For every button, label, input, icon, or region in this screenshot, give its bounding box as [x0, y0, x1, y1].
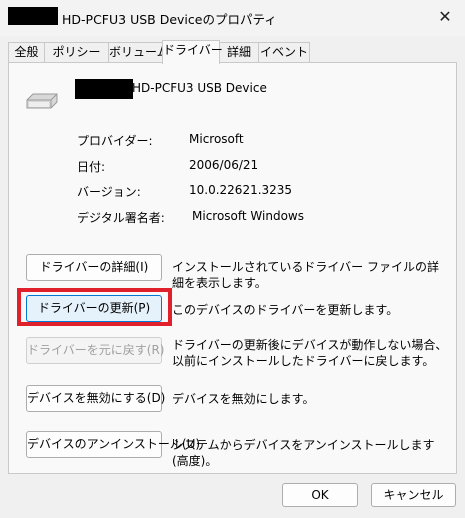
device-name: HD-PCFU3 USB Device — [132, 81, 267, 95]
date-label: 日付: — [77, 160, 106, 174]
signer-label: デジタル署名者: — [77, 211, 165, 225]
drive-icon — [26, 93, 58, 109]
provider-label: プロバイダー: — [77, 134, 153, 148]
ok-button[interactable]: OK — [282, 483, 358, 507]
signer-value: Microsoft Windows — [192, 209, 304, 223]
tab-driver[interactable]: ドライバー — [162, 40, 223, 64]
tab-details[interactable]: 詳細 — [219, 42, 259, 62]
tab-general[interactable]: 全般 — [8, 42, 45, 62]
version-value: 10.0.22621.3235 — [189, 183, 293, 197]
redacted-block — [8, 7, 58, 25]
redacted-block — [75, 79, 133, 99]
update-driver-desc: このデバイスのドライバーを更新します。 — [172, 303, 399, 317]
disable-device-desc: デバイスを無効にします。 — [172, 392, 315, 406]
driver-panel: HD-PCFU3 USB Device プロバイダー: Microsoft 日付… — [8, 62, 457, 474]
driver-details-button[interactable]: ドライバーの詳細(I) — [26, 254, 162, 281]
driver-details-desc: インストールされているドライバー ファイルの詳細を表示します。 — [172, 260, 439, 290]
rollback-driver-button[interactable]: ドライバーを元に戻す(R) — [26, 337, 164, 364]
date-value: 2006/06/21 — [189, 158, 259, 172]
provider-value: Microsoft — [189, 132, 244, 146]
version-label: バージョン: — [77, 185, 141, 199]
title-bar: HD-PCFU3 USB Deviceのプロパティ ✕ — [0, 0, 465, 36]
tab-events[interactable]: イベント — [258, 42, 310, 62]
update-driver-button[interactable]: ドライバーの更新(P) — [26, 295, 162, 322]
cancel-button[interactable]: キャンセル — [371, 483, 456, 507]
disable-device-button[interactable]: デバイスを無効にする(D) — [26, 385, 165, 412]
tab-volume[interactable]: ボリューム — [108, 42, 169, 62]
uninstall-device-desc: システムからデバイスをアンインストールします (高度)。 — [172, 438, 435, 468]
rollback-driver-desc: ドライバーの更新後にデバイスが動作しない場合、以前にインストールしたドライバーに… — [172, 338, 448, 368]
tab-policy[interactable]: ポリシー — [44, 42, 109, 62]
uninstall-device-button[interactable]: デバイスのアンインストール(U) — [26, 431, 200, 458]
close-icon[interactable]: ✕ — [435, 8, 455, 26]
window-title: HD-PCFU3 USB Deviceのプロパティ — [62, 12, 277, 27]
